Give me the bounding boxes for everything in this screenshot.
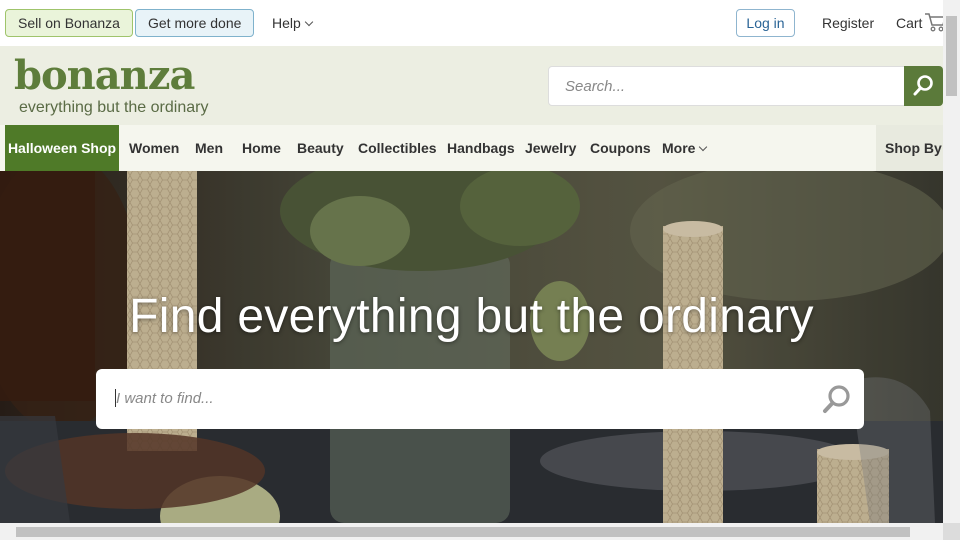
shop-by-menu[interactable]: Shop By	[876, 125, 943, 198]
get-more-done-button[interactable]: Get more done	[135, 9, 255, 37]
nav-item-beauty[interactable]: Beauty	[297, 125, 344, 171]
header-search-input[interactable]: Search...	[548, 66, 905, 106]
nav-item-women[interactable]: Women	[129, 125, 179, 171]
nav-item-more[interactable]: More	[662, 125, 708, 171]
login-button[interactable]: Log in	[736, 9, 795, 37]
top-utility-bar: Sell on Bonanza Get more done Help Log i…	[0, 0, 946, 46]
help-label: Help	[272, 15, 301, 31]
nav-item-home[interactable]: Home	[242, 125, 281, 171]
nav-item-jewelry[interactable]: Jewelry	[525, 125, 576, 171]
vertical-scrollbar-thumb[interactable]	[946, 16, 957, 96]
register-link[interactable]: Register	[822, 15, 874, 31]
nav-item-halloween-shop[interactable]: Halloween Shop	[5, 125, 119, 171]
search-icon	[913, 75, 933, 96]
hero-title: Find everything but the ordinary	[129, 290, 814, 343]
site-header: bonanza everything but the ordinary Sear…	[0, 46, 943, 125]
chevron-down-icon	[699, 142, 708, 152]
hero-search-input[interactable]: I want to find...	[96, 369, 864, 429]
hero-banner: Find everything but the ordinary I want …	[0, 171, 943, 523]
sell-on-bonanza-button[interactable]: Sell on Bonanza	[5, 9, 133, 37]
cart-link[interactable]: Cart	[896, 15, 922, 31]
nav-item-men[interactable]: Men	[195, 125, 223, 171]
logo-tagline: everything but the ordinary	[19, 99, 209, 116]
chevron-down-icon	[304, 17, 314, 27]
help-menu[interactable]: Help	[272, 15, 314, 31]
nav-item-collectibles[interactable]: Collectibles	[358, 125, 437, 171]
nav-item-handbags[interactable]: Handbags	[447, 125, 515, 171]
nav-more-label: More	[662, 140, 696, 156]
hero-search-placeholder: I want to find...	[116, 390, 214, 407]
header-search-button[interactable]	[904, 66, 943, 106]
hero-background-image	[0, 171, 943, 523]
category-nav: Halloween Shop Women Men Home Beauty Col…	[0, 125, 943, 198]
bonanza-logo[interactable]: bonanza	[14, 54, 195, 98]
scrollbar-corner	[943, 523, 960, 540]
search-icon[interactable]	[820, 382, 854, 416]
horizontal-scrollbar-thumb[interactable]	[16, 527, 910, 537]
nav-item-coupons[interactable]: Coupons	[590, 125, 651, 171]
shop-by-label: Shop By	[885, 140, 942, 156]
